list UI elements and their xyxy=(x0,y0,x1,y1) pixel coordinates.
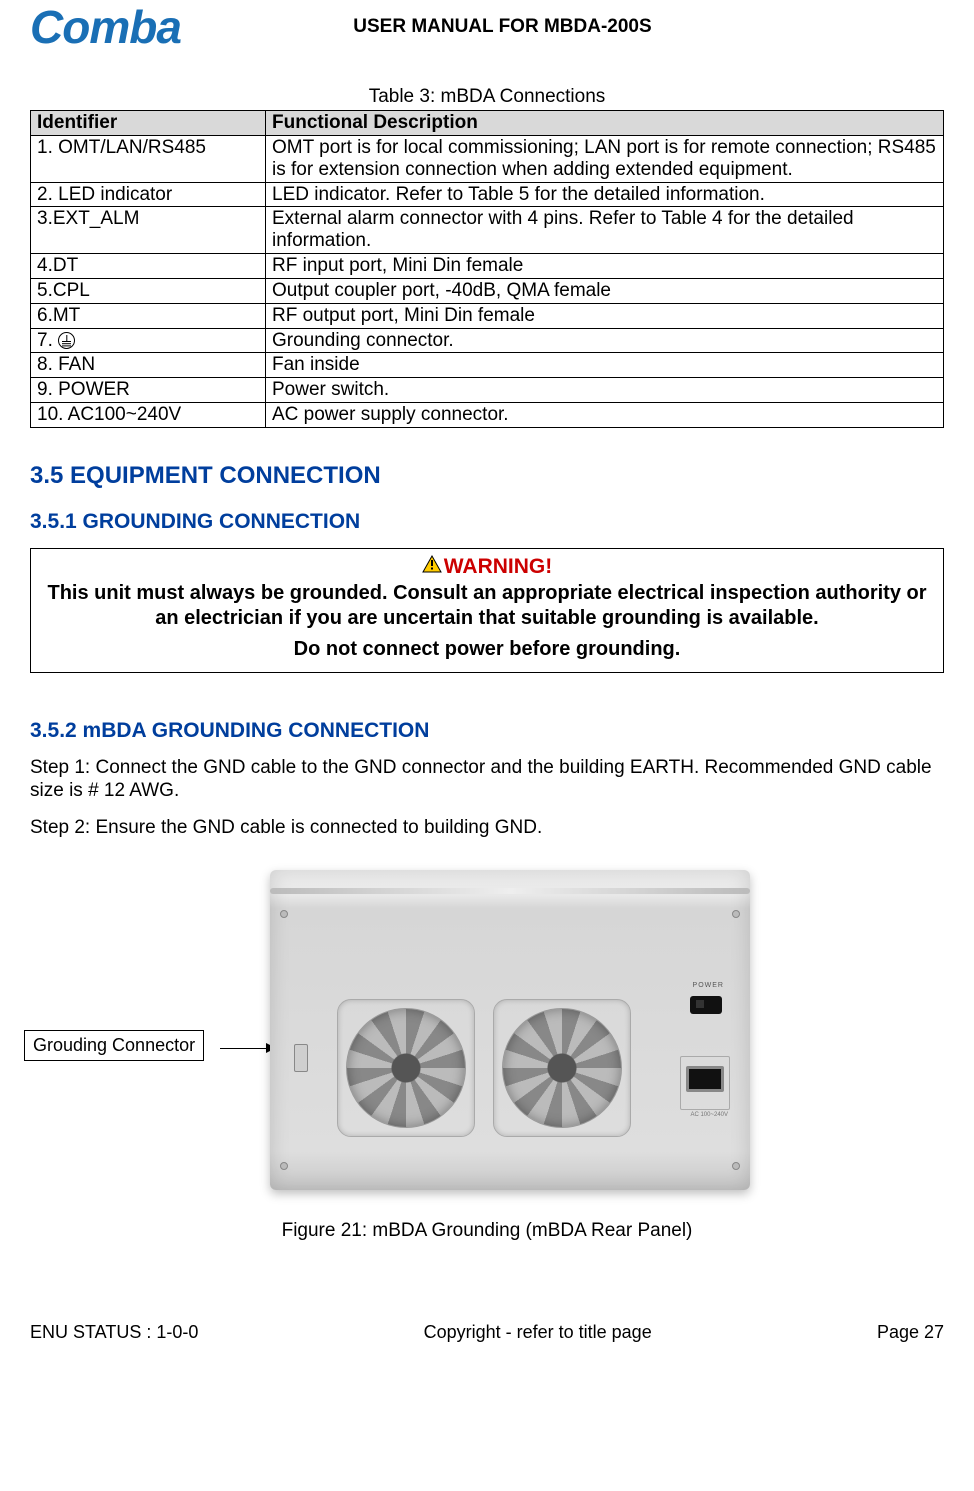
cell-id: 8. FAN xyxy=(31,353,266,378)
cell-desc: LED indicator. Refer to Table 5 for the … xyxy=(266,182,944,207)
cell-id: 1. OMT/LAN/RS485 xyxy=(31,135,266,182)
figure-21-caption: Figure 21: mBDA Grounding (mBDA Rear Pan… xyxy=(30,1220,944,1242)
table3-header-identifier: Identifier xyxy=(31,111,266,136)
table-row: 9. POWERPower switch. xyxy=(31,378,944,403)
footer-status: ENU STATUS : 1-0-0 xyxy=(30,1322,198,1343)
table-row: 10. AC100~240VAC power supply connector. xyxy=(31,403,944,428)
ac-inlet-icon xyxy=(686,1066,724,1092)
table-row: 2. LED indicatorLED indicator. Refer to … xyxy=(31,182,944,207)
table3-caption: Table 3: mBDA Connections xyxy=(30,86,944,108)
cell-id: 4.DT xyxy=(31,254,266,279)
table3-header-description: Functional Description xyxy=(266,111,944,136)
cell-desc: Fan inside xyxy=(266,353,944,378)
brand-logo: Comba xyxy=(30,4,181,50)
footer-page: Page 27 xyxy=(877,1322,944,1343)
cell-desc: RF output port, Mini Din female xyxy=(266,303,944,328)
power-switch-icon xyxy=(690,996,722,1014)
cell-id: 5.CPL xyxy=(31,278,266,303)
section-3-5-heading: 3.5 EQUIPMENT CONNECTION xyxy=(30,462,944,490)
cell-id: 6.MT xyxy=(31,303,266,328)
cell-desc: OMT port is for local commissioning; LAN… xyxy=(266,135,944,182)
warning-line2: Do not connect power before grounding. xyxy=(45,637,929,662)
table-row: 6.MTRF output port, Mini Din female xyxy=(31,303,944,328)
power-label: POWER xyxy=(693,982,724,989)
cell-desc: Output coupler port, -40dB, QMA female xyxy=(266,278,944,303)
section-3-5-1-heading: 3.5.1 GROUNDING CONNECTION xyxy=(30,510,944,534)
table-row: 7. Grounding connector. xyxy=(31,328,944,353)
cell-desc: AC power supply connector. xyxy=(266,403,944,428)
warning-icon xyxy=(422,555,442,579)
footer-copyright: Copyright - refer to title page xyxy=(424,1322,652,1343)
warning-box: WARNING! This unit must always be ground… xyxy=(30,548,944,673)
doc-title: USER MANUAL FOR MBDA-200S xyxy=(181,16,824,38)
cell-desc: RF input port, Mini Din female xyxy=(266,254,944,279)
warning-heading: WARNING! xyxy=(45,555,929,579)
callout-label: Grouding Connector xyxy=(24,1030,204,1061)
warning-label: WARNING! xyxy=(444,555,553,578)
ground-icon xyxy=(58,332,75,349)
page-footer: ENU STATUS : 1-0-0 Copyright - refer to … xyxy=(30,1322,944,1363)
table-row: 3.EXT_ALMExternal alarm connector with 4… xyxy=(31,207,944,254)
table-row: 8. FANFan inside xyxy=(31,353,944,378)
step-1-text: Step 1: Connect the GND cable to the GND… xyxy=(30,757,944,803)
warning-line1: This unit must always be grounded. Consu… xyxy=(45,581,929,631)
ac-label: AC 100~240V xyxy=(690,1112,728,1118)
cell-id: 10. AC100~240V xyxy=(31,403,266,428)
table-row: 5.CPLOutput coupler port, -40dB, QMA fem… xyxy=(31,278,944,303)
cell-desc: Grounding connector. xyxy=(266,328,944,353)
table3: Identifier Functional Description 1. OMT… xyxy=(30,110,944,428)
fan-icon xyxy=(502,1008,622,1128)
cell-id: 7. xyxy=(31,328,266,353)
page-header: Comba USER MANUAL FOR MBDA-200S xyxy=(30,0,944,50)
ground-connector-icon xyxy=(294,1044,308,1072)
cell-id: 3.EXT_ALM xyxy=(31,207,266,254)
cell-desc: Power switch. xyxy=(266,378,944,403)
table-row: 1. OMT/LAN/RS485OMT port is for local co… xyxy=(31,135,944,182)
section-3-5-2-heading: 3.5.2 mBDA GROUNDING CONNECTION xyxy=(30,719,944,743)
cell-desc: External alarm connector with 4 pins. Re… xyxy=(266,207,944,254)
fan-icon xyxy=(346,1008,466,1128)
cell-id: 9. POWER xyxy=(31,378,266,403)
table-row: 4.DTRF input port, Mini Din female xyxy=(31,254,944,279)
device-rear-panel-image: POWER AC 100~240V xyxy=(270,870,750,1190)
figure-21: Grouding Connector POWER AC 100~240V xyxy=(30,870,944,1220)
step-2-text: Step 2: Ensure the GND cable is connecte… xyxy=(30,817,944,840)
cell-id: 2. LED indicator xyxy=(31,182,266,207)
